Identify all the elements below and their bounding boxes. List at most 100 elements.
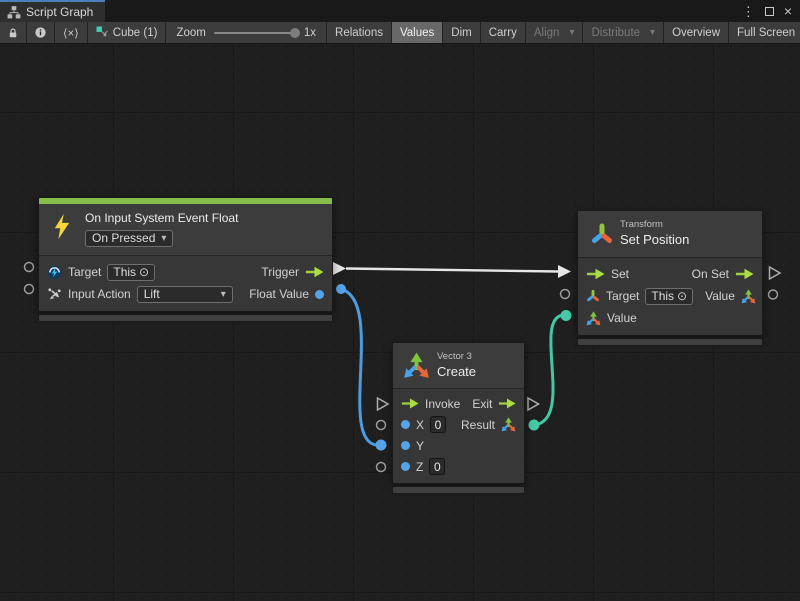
zoom-slider-handle[interactable] — [290, 28, 300, 38]
zoom-label: Zoom — [176, 27, 205, 39]
result-output-port[interactable] — [529, 420, 540, 431]
x-value-field[interactable]: 0 — [430, 416, 446, 433]
vector3-invoke-row: Invoke Exit — [393, 393, 524, 414]
exit-output-port[interactable] — [528, 398, 539, 410]
kebab-menu-icon[interactable]: ⋮ — [742, 5, 755, 18]
y-dot-icon[interactable] — [401, 441, 410, 450]
value-in-label: Value — [607, 311, 637, 325]
y-input-port[interactable] — [376, 440, 387, 451]
info-icon — [34, 26, 47, 39]
player-input-icon — [47, 265, 62, 280]
chevron-down-icon: ▾ — [569, 27, 574, 38]
transform-value-output-port[interactable] — [769, 290, 778, 299]
code-icon: ⟨×⟩ — [63, 26, 79, 40]
zoom-control: Zoom 1x — [166, 22, 327, 43]
event-mode-dropdown[interactable]: On Pressed ▾ — [85, 230, 173, 247]
values-button[interactable]: Values — [392, 22, 443, 43]
z-dot-icon[interactable] — [401, 462, 410, 471]
dim-label: Dim — [451, 27, 471, 39]
distribute-label: Distribute — [591, 27, 640, 39]
chevron-down-icon: ▾ — [221, 289, 226, 300]
flow-arrow-icon — [498, 398, 516, 409]
code-preview-button[interactable]: ⟨×⟩ — [55, 22, 88, 43]
tab-title: Script Graph — [26, 5, 93, 19]
node-title: Create — [437, 364, 516, 379]
align-label: Align — [534, 27, 560, 39]
event-target-row: Target This ⊙ Trigger — [39, 261, 332, 283]
transform-target-row: Target This ⊙ Value — [578, 285, 762, 307]
set-label: Set — [611, 267, 629, 281]
target-value: This — [651, 289, 674, 303]
wire-trigger-to-set[interactable] — [346, 269, 559, 272]
chevron-down-icon: ▾ — [161, 233, 166, 244]
graph-canvas[interactable]: On Input System Event Float On Pressed ▾… — [0, 44, 800, 601]
zoom-value: 1x — [304, 27, 316, 39]
input-action-dropdown[interactable]: Lift ▾ — [137, 286, 233, 303]
dim-button[interactable]: Dim — [443, 22, 480, 43]
onset-output-port[interactable] — [770, 267, 781, 279]
set-input-port[interactable] — [558, 265, 571, 278]
info-button[interactable] — [27, 22, 55, 43]
fullscreen-button[interactable]: Full Screen — [729, 22, 800, 43]
input-action-value: Lift — [144, 287, 160, 301]
float-value-output-port[interactable] — [336, 284, 346, 294]
lock-button[interactable] — [0, 22, 27, 43]
value-out-label: Value — [705, 289, 735, 303]
target-value: This — [113, 265, 136, 279]
script-graph-icon — [7, 5, 21, 19]
input-action-icon — [47, 287, 62, 302]
invoke-input-port[interactable] — [378, 398, 389, 410]
z-label: Z — [416, 460, 423, 474]
transform-value-row: Value — [578, 307, 762, 329]
z-input-port[interactable] — [377, 463, 386, 472]
close-icon[interactable]: × — [784, 4, 792, 18]
trigger-output-port[interactable] — [333, 262, 346, 275]
overview-label: Overview — [672, 27, 720, 39]
graph-context-button[interactable]: Cube (1) — [88, 22, 167, 43]
relations-button[interactable]: Relations — [327, 22, 392, 43]
transform-target-input-port[interactable] — [561, 290, 570, 299]
target-label: Target — [606, 289, 639, 303]
exit-label: Exit — [472, 397, 492, 411]
flow-arrow-icon — [586, 268, 605, 280]
tab-script-graph[interactable]: Script Graph — [0, 0, 105, 22]
target-this-chip[interactable]: This ⊙ — [107, 264, 155, 281]
event-action-input-port[interactable] — [25, 285, 34, 294]
carry-button[interactable]: Carry — [481, 22, 526, 43]
flow-arrow-icon — [305, 266, 324, 278]
float-value-dot-icon[interactable] — [315, 290, 324, 299]
align-dropdown[interactable]: Align ▾ — [526, 22, 584, 43]
node-transform-set-position[interactable]: Transform Set Position Set On Set Target — [577, 210, 763, 346]
graph-toolbar: ⟨×⟩ Cube (1) Zoom 1x Relations Values Di… — [0, 22, 800, 44]
unity-visual-scripting-window: Script Graph ⋮ × ⟨×⟩ Cube (1) Zoom 1x Re… — [0, 0, 800, 601]
wire-result-to-value[interactable] — [534, 316, 561, 426]
vector3-icon — [501, 417, 516, 432]
x-dot-icon[interactable] — [401, 420, 410, 429]
values-label: Values — [400, 27, 434, 39]
event-target-input-port[interactable] — [25, 263, 34, 272]
node-footer — [38, 314, 333, 322]
flow-arrow-icon — [401, 398, 419, 409]
lock-icon — [7, 27, 19, 39]
distribute-dropdown[interactable]: Distribute ▾ — [583, 22, 664, 43]
y-label: Y — [416, 439, 424, 453]
zoom-slider[interactable] — [214, 32, 296, 34]
vector3-icon — [403, 352, 430, 379]
x-input-port[interactable] — [377, 421, 386, 430]
value-input-port[interactable] — [561, 310, 572, 321]
overview-button[interactable]: Overview — [664, 22, 729, 43]
wire-floatvalue-to-y[interactable] — [341, 289, 376, 445]
event-action-row: Input Action Lift ▾ Float Value — [39, 283, 332, 305]
vector3-icon — [586, 311, 601, 326]
node-vector3-create[interactable]: Vector 3 Create Invoke Exit X 0 — [392, 342, 525, 494]
flow-arrow-icon — [735, 268, 754, 280]
z-value-field[interactable]: 0 — [429, 458, 445, 475]
chevron-down-icon: ▾ — [650, 27, 655, 38]
maximize-icon[interactable] — [765, 7, 774, 16]
carry-label: Carry — [489, 27, 517, 39]
vector3-x-row: X 0 Result — [393, 414, 524, 435]
target-this-chip[interactable]: This ⊙ — [645, 288, 693, 305]
event-mode-value: On Pressed — [92, 231, 155, 245]
transform-icon — [586, 289, 600, 303]
node-on-input-system-event-float[interactable]: On Input System Event Float On Pressed ▾… — [38, 197, 333, 322]
